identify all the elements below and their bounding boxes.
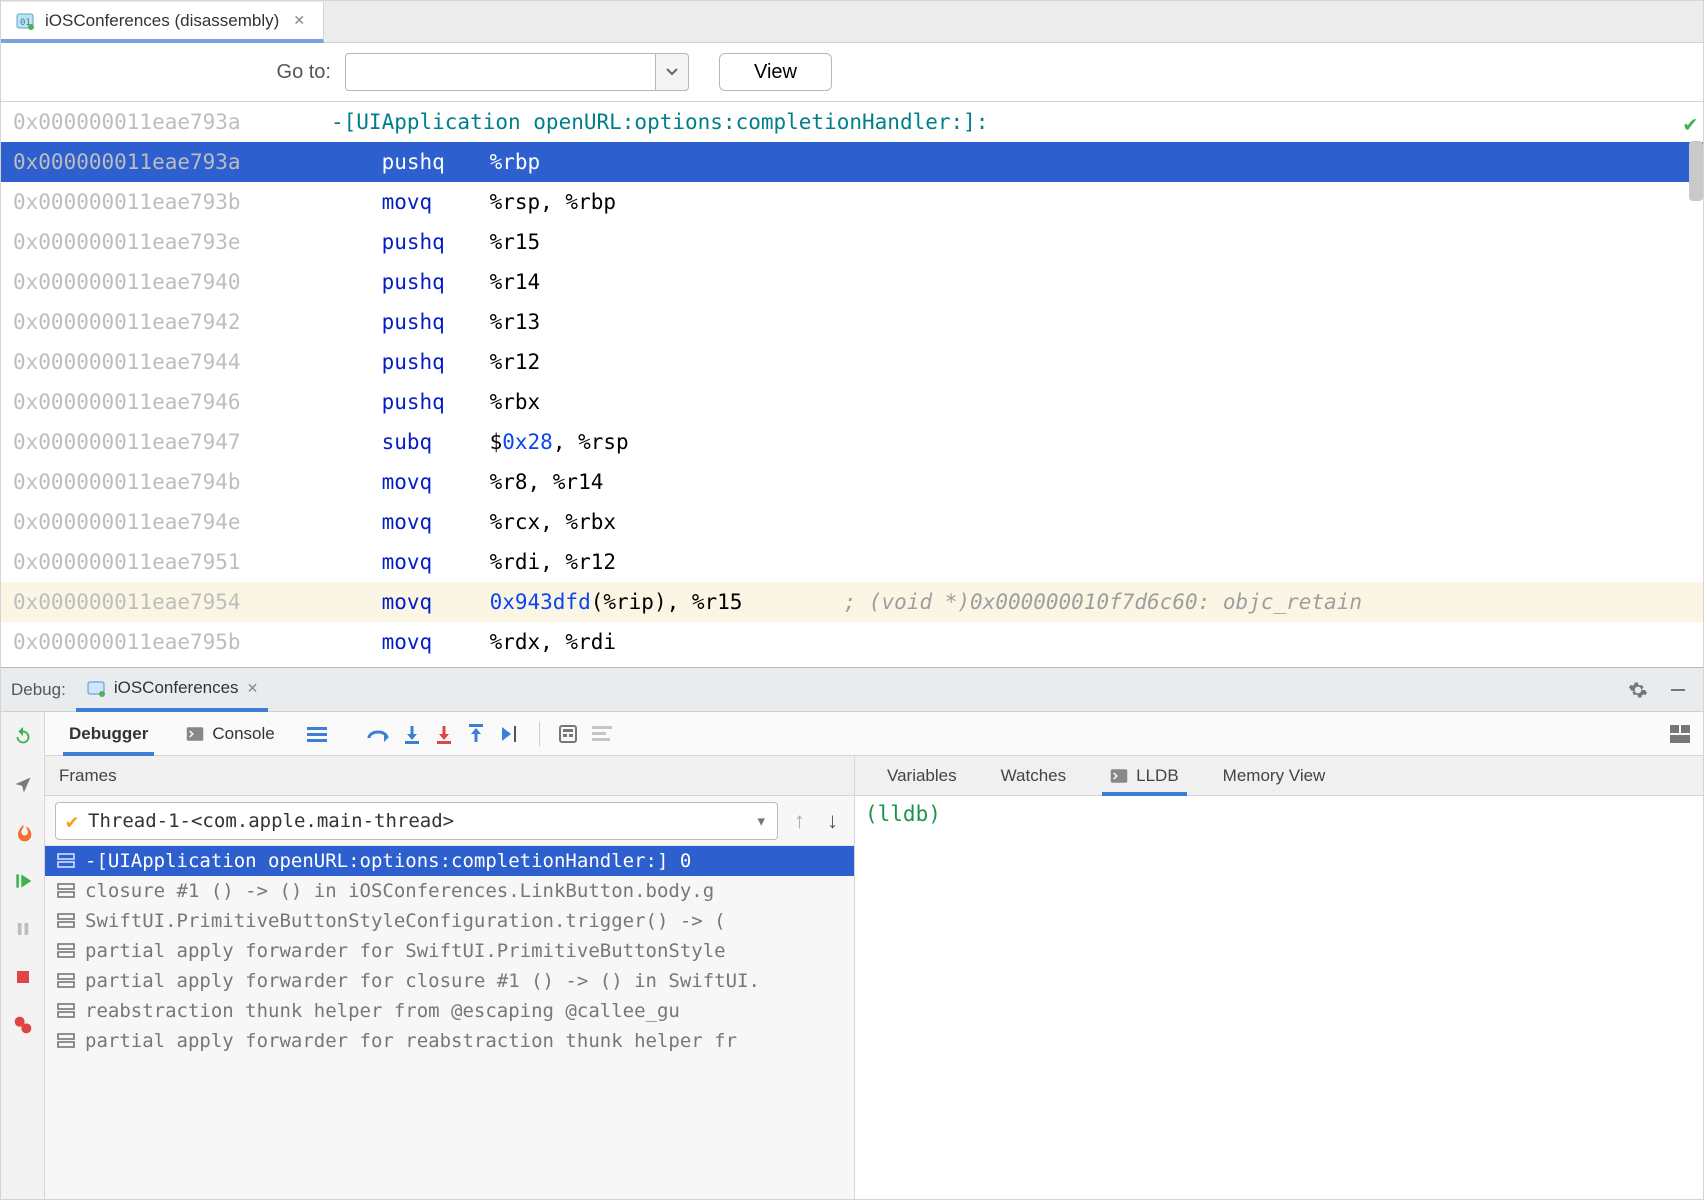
threads-icon[interactable] bbox=[307, 725, 327, 743]
stack-frame-icon bbox=[57, 913, 75, 929]
step-over-icon[interactable] bbox=[367, 724, 389, 744]
disasm-row[interactable]: 0x000000011eae7944 pushq%r12 bbox=[1, 342, 1703, 382]
debug-session-tab[interactable]: iOSConferences ✕ bbox=[76, 669, 268, 712]
trace-icon[interactable] bbox=[592, 725, 612, 743]
disasm-row[interactable]: 0x000000011eae793a pushq%rbp bbox=[1, 142, 1703, 182]
minimize-icon[interactable] bbox=[1663, 675, 1693, 705]
frame-row[interactable]: partial apply forwarder for closure #1 (… bbox=[45, 966, 854, 996]
close-icon[interactable]: ✕ bbox=[289, 12, 309, 29]
debug-session-name: iOSConferences bbox=[114, 678, 239, 698]
frame-row[interactable]: partial apply forwarder for reabstractio… bbox=[45, 1026, 854, 1056]
tab-lldb-label: LLDB bbox=[1136, 766, 1179, 786]
disassembly-view[interactable]: ✔ 0x000000011eae793a-[UIApplication open… bbox=[1, 101, 1703, 667]
chevron-down-icon: ▾ bbox=[756, 810, 767, 832]
debug-label: Debug: bbox=[11, 680, 66, 700]
frame-row[interactable]: reabstraction thunk helper from @escapin… bbox=[45, 996, 854, 1026]
disasm-row[interactable]: 0x000000011eae793b movq%rsp, %rbp bbox=[1, 182, 1703, 222]
disasm-row[interactable]: 0x000000011eae7954 movq0x943dfd(%rip), %… bbox=[1, 582, 1703, 622]
editor-tab-strip: 01 iOSConferences (disassembly) ✕ bbox=[1, 1, 1703, 43]
console-icon bbox=[1110, 768, 1128, 784]
frame-prev-button[interactable]: ↑ bbox=[788, 808, 811, 834]
frame-next-button[interactable]: ↓ bbox=[821, 808, 844, 834]
pause-button[interactable] bbox=[8, 914, 38, 944]
goto-dropdown-button[interactable] bbox=[655, 53, 689, 91]
tab-watches[interactable]: Watches bbox=[979, 756, 1089, 795]
disasm-row[interactable]: 0x000000011eae7942 pushq%r13 bbox=[1, 302, 1703, 342]
editor-tab-disassembly[interactable]: 01 iOSConferences (disassembly) ✕ bbox=[1, 2, 324, 43]
goto-label: Go to: bbox=[1, 61, 331, 84]
disasm-row[interactable]: 0x000000011eae793e pushq%r15 bbox=[1, 222, 1703, 262]
frame-row[interactable]: closure #1 () -> () in iOSConferences.Li… bbox=[45, 876, 854, 906]
close-icon[interactable]: ✕ bbox=[247, 680, 259, 697]
step-out-icon[interactable] bbox=[467, 724, 485, 744]
rerun-button[interactable] bbox=[8, 722, 38, 752]
ide-root: 01 iOSConferences (disassembly) ✕ Go to:… bbox=[0, 0, 1704, 1200]
frame-row[interactable]: partial apply forwarder for SwiftUI.Prim… bbox=[45, 936, 854, 966]
check-icon: ✔ bbox=[66, 809, 78, 833]
debugger-tabs-row: Debugger Console bbox=[45, 712, 1703, 756]
goto-input[interactable] bbox=[345, 53, 655, 91]
resume-button[interactable] bbox=[8, 866, 38, 896]
tab-lldb[interactable]: LLDB bbox=[1088, 756, 1201, 795]
stack-frame-icon bbox=[57, 883, 75, 899]
stack-frame-icon bbox=[57, 973, 75, 989]
debug-tool-window: Debug: iOSConferences ✕ bbox=[1, 667, 1703, 1199]
lldb-console[interactable]: (lldb) bbox=[855, 796, 1703, 1199]
variables-tabs: Variables Watches LLDB Memory View bbox=[855, 756, 1703, 796]
navigate-icon[interactable] bbox=[8, 770, 38, 800]
inspection-ok-icon: ✔ bbox=[1684, 105, 1697, 145]
frame-row[interactable]: SwiftUI.PrimitiveButtonStyleConfiguratio… bbox=[45, 906, 854, 936]
disassembly-file-icon: 01 bbox=[15, 11, 35, 31]
right-pane: Variables Watches LLDB Memory View (lldb… bbox=[855, 756, 1703, 1199]
disasm-row[interactable]: 0x000000011eae795b movq%rdx, %rdi bbox=[1, 622, 1703, 662]
disasm-row[interactable]: 0x000000011eae7946 pushq%rbx bbox=[1, 382, 1703, 422]
profiler-flame-icon[interactable] bbox=[8, 818, 38, 848]
evaluate-icon[interactable] bbox=[558, 724, 578, 744]
frames-header: Frames bbox=[45, 756, 854, 796]
frame-list[interactable]: -[UIApplication openURL:options:completi… bbox=[45, 846, 854, 1199]
frames-pane: Frames ✔ Thread-1-<com.apple.main-thread… bbox=[45, 756, 855, 1199]
layout-settings-icon[interactable] bbox=[1665, 719, 1695, 749]
disasm-row[interactable]: 0x000000011eae794b movq%r8, %r14 bbox=[1, 462, 1703, 502]
stack-frame-icon bbox=[57, 1003, 75, 1019]
debug-left-toolbar bbox=[1, 712, 45, 1199]
tab-console[interactable]: Console bbox=[170, 712, 290, 755]
editor-tab-title: iOSConferences (disassembly) bbox=[45, 11, 279, 31]
tab-memory-view[interactable]: Memory View bbox=[1201, 756, 1348, 795]
disasm-row[interactable]: 0x000000011eae7940 pushq%r14 bbox=[1, 262, 1703, 302]
goto-bar: Go to: View bbox=[1, 43, 1703, 101]
disasm-row[interactable]: 0x000000011eae7951 movq%rdi, %r12 bbox=[1, 542, 1703, 582]
tab-console-label: Console bbox=[212, 724, 274, 744]
force-step-into-icon[interactable] bbox=[435, 724, 453, 744]
step-into-icon[interactable] bbox=[403, 724, 421, 744]
tab-debugger[interactable]: Debugger bbox=[53, 712, 164, 755]
stack-frame-icon bbox=[57, 853, 75, 869]
thread-name: Thread-1-<com.apple.main-thread> bbox=[88, 810, 454, 832]
stack-frame-icon bbox=[57, 943, 75, 959]
disasm-row[interactable]: 0x000000011eae7947 subq$0x28, %rsp bbox=[1, 422, 1703, 462]
thread-selector[interactable]: ✔ Thread-1-<com.apple.main-thread> ▾ bbox=[55, 802, 778, 840]
stack-frame-icon bbox=[57, 1033, 75, 1049]
disasm-row[interactable]: 0x000000011eae794e movq%rcx, %rbx bbox=[1, 502, 1703, 542]
scrollbar-thumb[interactable] bbox=[1689, 141, 1703, 201]
stop-button[interactable] bbox=[8, 962, 38, 992]
run-to-cursor-icon[interactable] bbox=[499, 724, 521, 744]
frame-row[interactable]: -[UIApplication openURL:options:completi… bbox=[45, 846, 854, 876]
debug-header: Debug: iOSConferences ✕ bbox=[1, 668, 1703, 712]
tab-variables[interactable]: Variables bbox=[865, 756, 979, 795]
breakpoints-icon[interactable] bbox=[8, 1010, 38, 1040]
view-button[interactable]: View bbox=[719, 53, 832, 91]
chevron-down-icon bbox=[666, 68, 678, 76]
settings-icon[interactable] bbox=[1623, 675, 1653, 705]
disasm-header-row: 0x000000011eae793a-[UIApplication openUR… bbox=[1, 101, 1703, 142]
run-config-icon bbox=[86, 678, 106, 698]
console-icon bbox=[186, 726, 204, 742]
lldb-prompt: (lldb) bbox=[865, 802, 941, 826]
